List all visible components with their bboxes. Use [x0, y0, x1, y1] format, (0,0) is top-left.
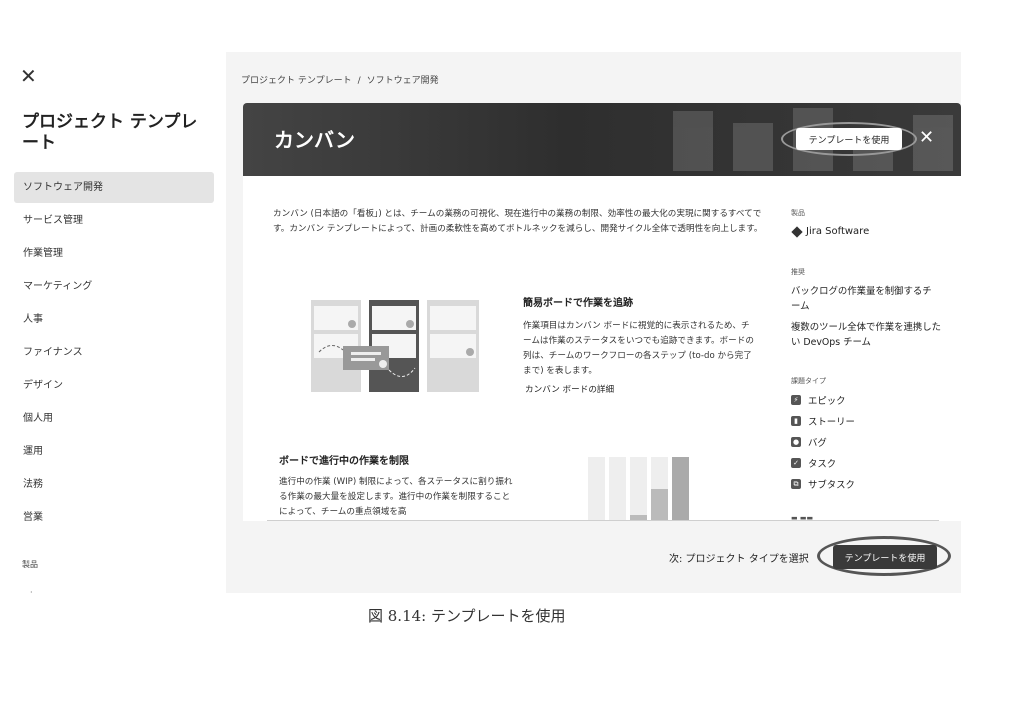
modal-title: カンバン: [274, 128, 355, 152]
sidebar-item-finance[interactable]: ファイナンス: [14, 337, 214, 368]
issue-type-label: バグ: [808, 438, 827, 449]
close-icon[interactable]: ✕: [919, 129, 934, 147]
issue-type-subtask: ⧉ サブタスク: [791, 477, 855, 491]
product-name: Jira Software: [791, 225, 870, 238]
sidebar-title: プロジェクト テンプレート: [22, 112, 198, 153]
checkbox-icon: ✓: [791, 458, 801, 468]
breadcrumb-separator: /: [357, 76, 361, 86]
sidebar-item-design[interactable]: デザイン: [14, 370, 214, 401]
feature-text-wip: 進行中の作業 (WIP) 制限によって、各ステータスに割り振れる作業の最大量を設…: [279, 477, 513, 517]
template-description: カンバン (日本語の「看板」) とは、チームの業務の可視化、現在進行中の業務の制…: [273, 209, 763, 234]
recommended-item: バックログの作業量を制御するチーム: [791, 286, 932, 312]
issue-type-label: エピック: [808, 396, 846, 407]
feature-text-track: 作業項目はカンバン ボードに視覚的に表示されるため、チームは作業のステータスをい…: [523, 321, 754, 376]
issue-type-label: タスク: [808, 459, 837, 470]
issue-type-epic: ⚡ エピック: [791, 393, 846, 407]
product-label: 製品: [791, 209, 805, 217]
bug-icon: ●: [791, 437, 801, 447]
sidebar-item-work[interactable]: 作業管理: [14, 238, 214, 269]
sidebar-item-software[interactable]: ソフトウェア開発: [14, 172, 214, 203]
product-name-text: Jira Software: [806, 226, 870, 237]
bookmark-icon: ▮: [791, 416, 801, 426]
close-icon[interactable]: ✕: [20, 66, 37, 86]
breadcrumb-parent[interactable]: プロジェクト テンプレート: [241, 76, 352, 86]
sidebar-item-marketing[interactable]: マーケティング: [14, 271, 214, 302]
kanban-board-details-link[interactable]: カンバン ボードの詳細: [525, 383, 614, 395]
issue-type-task: ✓ タスク: [791, 456, 836, 470]
issue-type-label: サブタスク: [808, 480, 855, 491]
kanban-board-illustration: [311, 300, 479, 392]
issue-type-story: ▮ ストーリー: [791, 414, 855, 428]
sidebar-item-legal[interactable]: 法務: [14, 469, 214, 500]
sidebar-nav: ソフトウェア開発 サービス管理 作業管理 マーケティング 人事 ファイナンス デ…: [14, 172, 214, 535]
sidebar-item-service[interactable]: サービス管理: [14, 205, 214, 236]
footer-divider: [267, 520, 939, 521]
next-step-text: 次: プロジェクト タイプを選択: [669, 554, 809, 565]
breadcrumb-current: ソフトウェア開発: [366, 76, 439, 86]
issue-type-label: ストーリー: [808, 417, 855, 428]
issue-types-label: 課題タイプ: [791, 377, 826, 385]
wip-limit-illustration: [588, 457, 689, 521]
use-template-button-header[interactable]: テンプレートを使用: [796, 128, 902, 150]
jira-logo-icon: [791, 225, 803, 238]
sidebar-item-cut: ·: [30, 588, 33, 597]
sidebar-item-operations[interactable]: 運用: [14, 436, 214, 467]
use-template-button[interactable]: テンプレートを使用: [833, 545, 937, 569]
feature-title-track: 簡易ボードで作業を追跡: [523, 298, 633, 309]
subtask-icon: ⧉: [791, 479, 801, 489]
recommended-label: 推奨: [791, 268, 805, 276]
sidebar-item-personal[interactable]: 個人用: [14, 403, 214, 434]
sidebar-item-hr[interactable]: 人事: [14, 304, 214, 335]
lightning-icon: ⚡: [791, 395, 801, 405]
recommended-item: 複数のツール全体で作業を連携したい DevOps チーム: [791, 322, 942, 348]
sidebar-item-sales[interactable]: 営業: [14, 502, 214, 533]
sidebar-section-label: 製品: [22, 560, 38, 569]
figure-caption: 図 8.14: テンプレートを使用: [368, 607, 566, 625]
breadcrumb: プロジェクト テンプレート / ソフトウェア開発: [241, 73, 439, 86]
feature-title-wip: ボードで進行中の作業を制限: [279, 456, 409, 467]
issue-type-bug: ● バグ: [791, 435, 827, 449]
